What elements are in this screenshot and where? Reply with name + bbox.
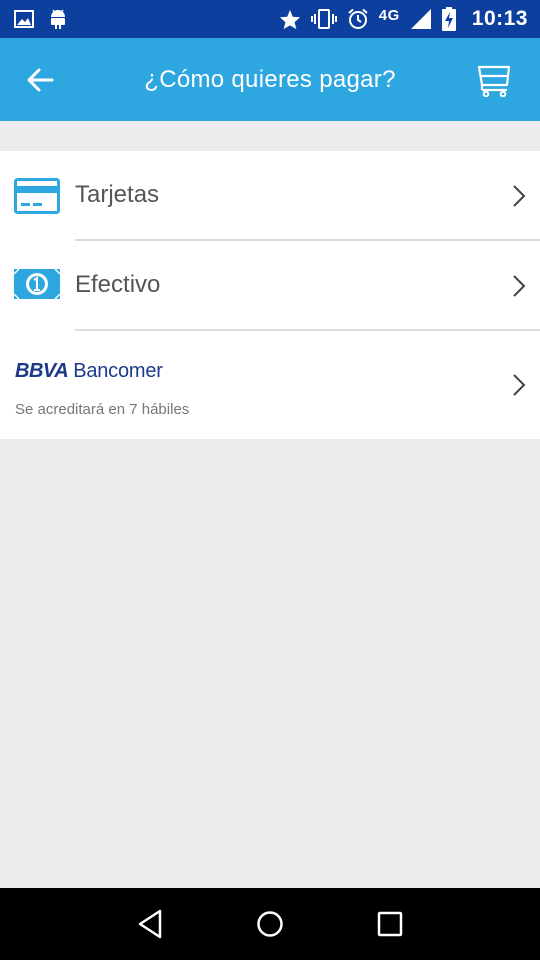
- payment-option-label: Efectivo: [75, 271, 161, 298]
- payment-option-label: Tarjetas: [75, 181, 160, 208]
- cash-icon: [13, 268, 61, 305]
- chevron-right-icon: [512, 274, 526, 303]
- payment-option-subtitle: Se acreditará en 7 hábiles: [15, 401, 190, 418]
- bbva-logo-name: Bancomer: [73, 360, 163, 382]
- cart-icon[interactable]: [476, 63, 512, 97]
- signal-icon: [410, 8, 432, 30]
- chevron-right-icon: [512, 373, 526, 402]
- star-icon: [279, 9, 301, 30]
- status-bar-left: [14, 8, 68, 30]
- image-icon: [14, 10, 34, 28]
- back-arrow-icon[interactable]: [26, 68, 54, 92]
- vibrate-icon: [310, 9, 337, 29]
- bbva-bancomer-logo: BBVA Bancomer: [15, 360, 163, 383]
- clock: 10:13: [471, 7, 528, 30]
- page-title: ¿Cómo quieres pagar?: [144, 65, 396, 93]
- home-circle-icon[interactable]: [240, 894, 300, 954]
- payment-options-list: Tarjetas Efectivo BBVA Bancomer Se acred…: [0, 151, 540, 439]
- payment-option-tarjetas[interactable]: Tarjetas: [0, 151, 540, 240]
- android-icon: [48, 8, 68, 30]
- payment-option-bbva-bancomer[interactable]: BBVA Bancomer Se acreditará en 7 hábiles: [0, 331, 540, 439]
- app-bar: ¿Cómo quieres pagar?: [0, 38, 540, 121]
- alarm-icon: [347, 8, 369, 30]
- status-bar: 4G 10:13: [0, 0, 540, 38]
- status-bar-right: 4G 10:13: [279, 7, 528, 31]
- payment-option-efectivo[interactable]: Efectivo: [0, 241, 540, 330]
- bbva-logo-mark: BBVA: [15, 360, 69, 382]
- recents-square-icon[interactable]: [360, 894, 420, 954]
- battery-icon: [441, 7, 456, 31]
- network-type-label: 4G: [378, 6, 400, 24]
- system-nav-bar: [0, 888, 540, 960]
- chevron-right-icon: [512, 184, 526, 213]
- credit-card-icon: [14, 178, 60, 219]
- back-triangle-icon[interactable]: [120, 894, 180, 954]
